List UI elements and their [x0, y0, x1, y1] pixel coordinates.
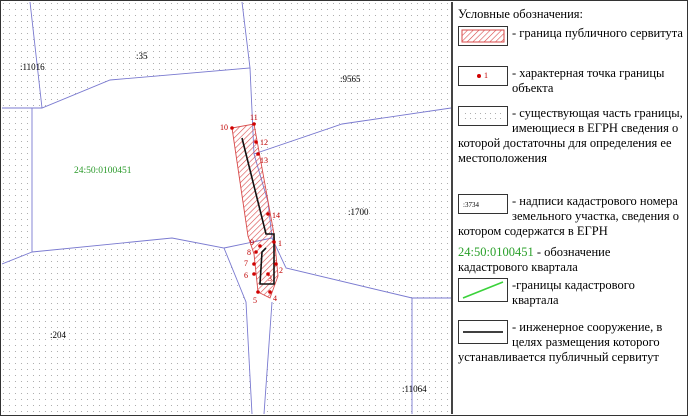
cadnum-sample: :3734 — [463, 201, 479, 209]
map-canvas: 10 11 12 13 14 1 9 8 7 6 2 3 5 4 :11016 … — [2, 2, 451, 414]
point-label-3: 3 — [268, 274, 272, 283]
point-label-6: 6 — [244, 271, 248, 280]
point-label-9: 9 — [250, 238, 254, 247]
parcel-11064 — [264, 298, 451, 414]
legend-item-existing: - существующая часть границы, имеющиеся … — [458, 106, 683, 166]
parcel-label-11016: :11016 — [20, 62, 45, 72]
legend-item-servitude: - граница публичного сервитута — [458, 26, 683, 46]
point-label-11: 11 — [250, 113, 258, 122]
cadastral-number-icon: :3734 — [458, 194, 508, 214]
legend-text-quarter-border: -границы кадастрового квартала — [512, 278, 635, 307]
parcel-label-11064: :11064 — [402, 384, 427, 394]
point-sample-label: 1 — [484, 71, 488, 80]
legend-panel: Условные обозначения: - граница публично… — [453, 2, 687, 414]
cadastral-map: 10 11 12 13 14 1 9 8 7 6 2 3 5 4 :11016 … — [2, 2, 453, 414]
point-label-10: 10 — [220, 123, 228, 132]
green-line-icon — [458, 278, 508, 302]
point-label-7: 7 — [244, 259, 248, 268]
parcel-label-204: :204 — [50, 330, 67, 340]
parcel-label-35: :35 — [136, 51, 148, 61]
legend-item-quarter-border: -границы кадастрового квартала — [458, 278, 683, 308]
point-label-1: 1 — [278, 239, 282, 248]
parcel-204 — [2, 238, 252, 414]
point-icon: 1 — [458, 66, 508, 86]
hatch-icon — [458, 26, 508, 46]
point-label-13: 13 — [260, 156, 268, 165]
point-label-14: 14 — [272, 211, 280, 220]
legend-item-cadnum: :3734 - надписи кадастрового номера земе… — [458, 194, 683, 239]
map-frame: 10 11 12 13 14 1 9 8 7 6 2 3 5 4 :11016 … — [0, 0, 688, 416]
parcel-label-1700: :1700 — [348, 207, 369, 217]
parcel-left-strip — [2, 108, 32, 264]
legend-item-point: 1 - характерная точка границы объекта — [458, 66, 683, 96]
point-label-8: 8 — [247, 248, 251, 257]
point-label-12: 12 — [260, 138, 268, 147]
legend-title: Условные обозначения: — [458, 7, 584, 21]
point-label-5: 5 — [253, 296, 257, 305]
legend-text-servitude: - граница публичного сервитута — [512, 26, 683, 40]
point-label-4: 4 — [273, 294, 277, 303]
legend-text-point: - характерная точка границы объекта — [512, 66, 665, 95]
quarter-code-sample: 24:50:0100451 — [458, 245, 534, 259]
cadastral-quarter-label: 24:50:0100451 — [74, 166, 132, 176]
dotted-area-icon — [458, 106, 508, 126]
legend-item-quarter: 24:50:0100451 - обозначение кадастрового… — [458, 245, 683, 275]
legend-item-structure: - инженерное сооружение, в целях размеще… — [458, 320, 683, 365]
point-label-2: 2 — [279, 266, 283, 275]
black-line-icon — [458, 320, 508, 344]
parcel-label-9565: :9565 — [340, 74, 361, 84]
